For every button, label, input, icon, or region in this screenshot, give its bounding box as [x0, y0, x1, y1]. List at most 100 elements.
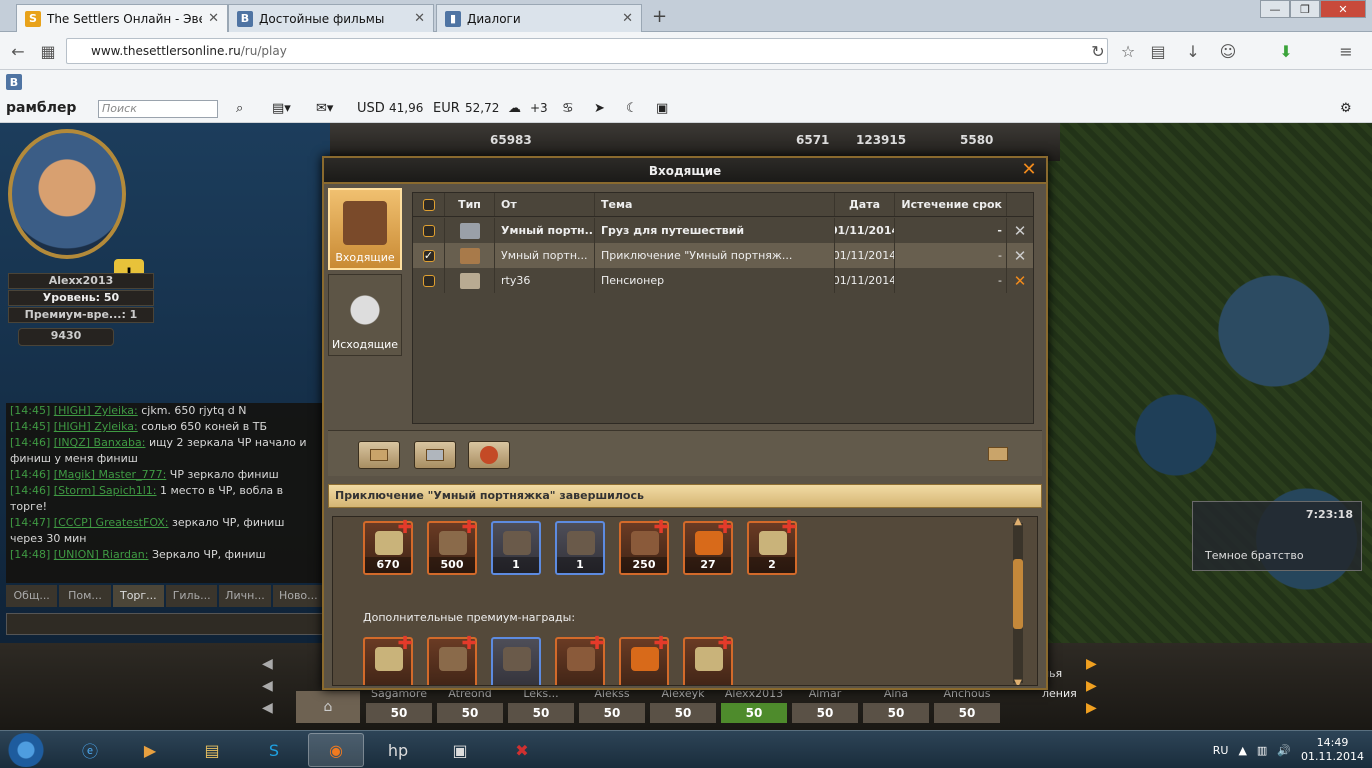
delete-icon[interactable]: ✕	[1014, 272, 1027, 290]
friend-slot[interactable]: 50	[508, 703, 574, 723]
volume-icon[interactable]: 🔊	[1277, 744, 1291, 757]
restore-button[interactable]: ❐	[1290, 0, 1320, 18]
grid-icon[interactable]: ▦	[38, 41, 58, 61]
game-area[interactable]: 65983 6571 123915 5580 ! Alexx2013 Урове…	[0, 123, 1372, 730]
rambler-logo[interactable]: рамблер	[6, 100, 76, 116]
rambler-search-input[interactable]: Поиск	[98, 100, 218, 118]
close-icon[interactable]: ✕	[414, 11, 425, 26]
new-tab-button[interactable]: +	[652, 6, 667, 27]
send-icon[interactable]: ➤	[594, 101, 605, 116]
column-subject[interactable]: Тема	[595, 193, 835, 216]
friend-slot[interactable]: 50	[863, 703, 929, 723]
tray-arrow-icon[interactable]: ▲	[1238, 744, 1246, 757]
premium-reward-item[interactable]: ✚	[363, 635, 413, 685]
close-icon[interactable]: ✕	[208, 11, 219, 26]
chat-author[interactable]: [CCCP] GreatestFOX:	[54, 516, 169, 529]
tab-films[interactable]: В Достойные фильмы ✕	[228, 4, 434, 32]
column-expire[interactable]: Истечение срок	[895, 193, 1007, 216]
reward-item[interactable]: 1	[555, 521, 605, 575]
download-icon[interactable]: ↓	[1183, 41, 1203, 61]
friend-slot[interactable]: 50	[934, 703, 1000, 723]
scroll-left-arrows[interactable]: ◀ ◀ ◀	[262, 653, 284, 723]
avatar-icon[interactable]: ☺	[1218, 41, 1238, 61]
chat-author[interactable]: [HIGH] Zyleika:	[54, 404, 138, 417]
back-icon[interactable]: ←	[8, 41, 28, 61]
scroll-thumb[interactable]	[1013, 559, 1023, 629]
reload-icon[interactable]: ↻	[1088, 41, 1108, 61]
language-indicator[interactable]: RU	[1213, 744, 1229, 757]
premium-reward-item[interactable]: ✚	[683, 635, 733, 685]
premium-reward-item[interactable]: ✚	[555, 635, 605, 685]
vk-bookmark-icon[interactable]: В	[6, 74, 22, 90]
table-row[interactable]: rty36 Пенсионер 01/11/2014 - ✕	[413, 268, 1033, 293]
player-avatar[interactable]	[8, 129, 126, 259]
green-download-icon[interactable]: ⬇	[1276, 41, 1296, 61]
moon-icon[interactable]: ☾	[626, 101, 638, 116]
reward-item[interactable]: 1	[491, 521, 541, 575]
delete-icon[interactable]: ✕	[1014, 222, 1027, 240]
chat-tab[interactable]: Пом...	[59, 585, 111, 607]
address-bar[interactable]: www.thesettlersonline.ru/ru/play	[66, 38, 1108, 64]
network-icon[interactable]: ▥	[1257, 744, 1267, 757]
tv-icon[interactable]: ▣	[656, 101, 668, 116]
explorer-icon[interactable]: ▤	[184, 733, 240, 767]
reward-item[interactable]: ✚ 27	[683, 519, 733, 575]
friend-slot[interactable]: 50	[437, 703, 503, 723]
ie-icon[interactable]: ⓔ	[62, 733, 118, 767]
news-icon[interactable]: ▤▾	[272, 101, 291, 116]
hp-icon[interactable]: hp	[370, 733, 426, 767]
reward-item[interactable]: ✚ 500	[427, 519, 477, 575]
reader-icon[interactable]: ▤	[1148, 41, 1168, 61]
column-type[interactable]: Тип	[445, 193, 495, 216]
media-player-icon[interactable]: ▶	[122, 733, 178, 767]
row-checkbox[interactable]	[422, 224, 435, 237]
reward-item[interactable]: ✚ 250	[619, 519, 669, 575]
skype-icon[interactable]: S	[246, 733, 302, 767]
row-checkbox[interactable]	[422, 274, 435, 287]
app-icon[interactable]: ▣	[432, 733, 488, 767]
close-icon[interactable]: ✕	[622, 11, 633, 26]
mail-icon[interactable]: ✉▾	[316, 101, 333, 116]
delete-icon[interactable]: ✕	[1014, 247, 1027, 265]
message-scrollbar[interactable]: ▲ ▼	[1011, 517, 1025, 686]
chat-author[interactable]: [Storm] Sapich1l1:	[54, 484, 157, 497]
tab-dialogs[interactable]: ▮ Диалоги ✕	[436, 4, 642, 32]
chat-author[interactable]: [Magik] Master_777:	[54, 468, 167, 481]
chat-tab[interactable]: Общ...	[6, 585, 58, 607]
new-mail-button[interactable]	[358, 441, 400, 469]
friend-slot[interactable]: 50	[792, 703, 858, 723]
chat-author[interactable]: [HIGH] Zyleika:	[54, 420, 138, 433]
friend-slot[interactable]: 50	[650, 703, 716, 723]
reward-item[interactable]: ✚ 2	[747, 519, 797, 575]
tab-inbox[interactable]: Входящие	[328, 188, 402, 270]
close-window-button[interactable]: ✕	[1320, 0, 1366, 18]
horoscope-icon[interactable]: ♋	[562, 101, 574, 116]
select-all-checkbox[interactable]	[422, 198, 435, 211]
start-button[interactable]	[6, 733, 46, 767]
premium-reward-item[interactable]: ✚	[619, 635, 669, 685]
clock[interactable]: 14:49 01.11.2014	[1301, 736, 1364, 764]
close-dialog-button[interactable]: ✕	[1020, 161, 1038, 179]
premium-reward-item[interactable]: ✚	[427, 635, 477, 685]
dota-icon[interactable]: ✖	[494, 733, 550, 767]
column-date[interactable]: Дата	[835, 193, 895, 216]
table-row[interactable]: Умный портн... Груз для путешествий 01/1…	[413, 218, 1033, 243]
tab-settlers[interactable]: S The Settlers Онлайн - Эве... ✕	[16, 4, 228, 32]
firefox-icon[interactable]: ◉	[308, 733, 364, 767]
scroll-down-icon[interactable]: ▼	[1011, 679, 1025, 686]
open-mail-icon[interactable]	[988, 447, 1008, 461]
chat-author[interactable]: [INQZ] Banxaba:	[54, 436, 146, 449]
scroll-right-arrows[interactable]: ▶ ▶ ▶	[1086, 653, 1108, 723]
chat-author[interactable]: [UNION] Riardan:	[54, 548, 149, 561]
table-row[interactable]: ✓ Умный портн... Приключение "Умный порт…	[413, 243, 1033, 268]
bookmark-star-icon[interactable]: ☆	[1118, 41, 1138, 61]
chat-tab[interactable]: Ново...	[272, 585, 324, 607]
friend-slot[interactable]: 50	[721, 703, 787, 723]
scroll-up-icon[interactable]: ▲	[1011, 517, 1025, 527]
reward-item[interactable]: ✚ 670	[363, 519, 413, 575]
minimize-button[interactable]: —	[1260, 0, 1290, 18]
chat-tab[interactable]: Торг...	[112, 585, 164, 607]
friend-slot[interactable]: 50	[366, 703, 432, 723]
forward-mail-button[interactable]	[414, 441, 456, 469]
row-checkbox[interactable]: ✓	[422, 249, 435, 262]
